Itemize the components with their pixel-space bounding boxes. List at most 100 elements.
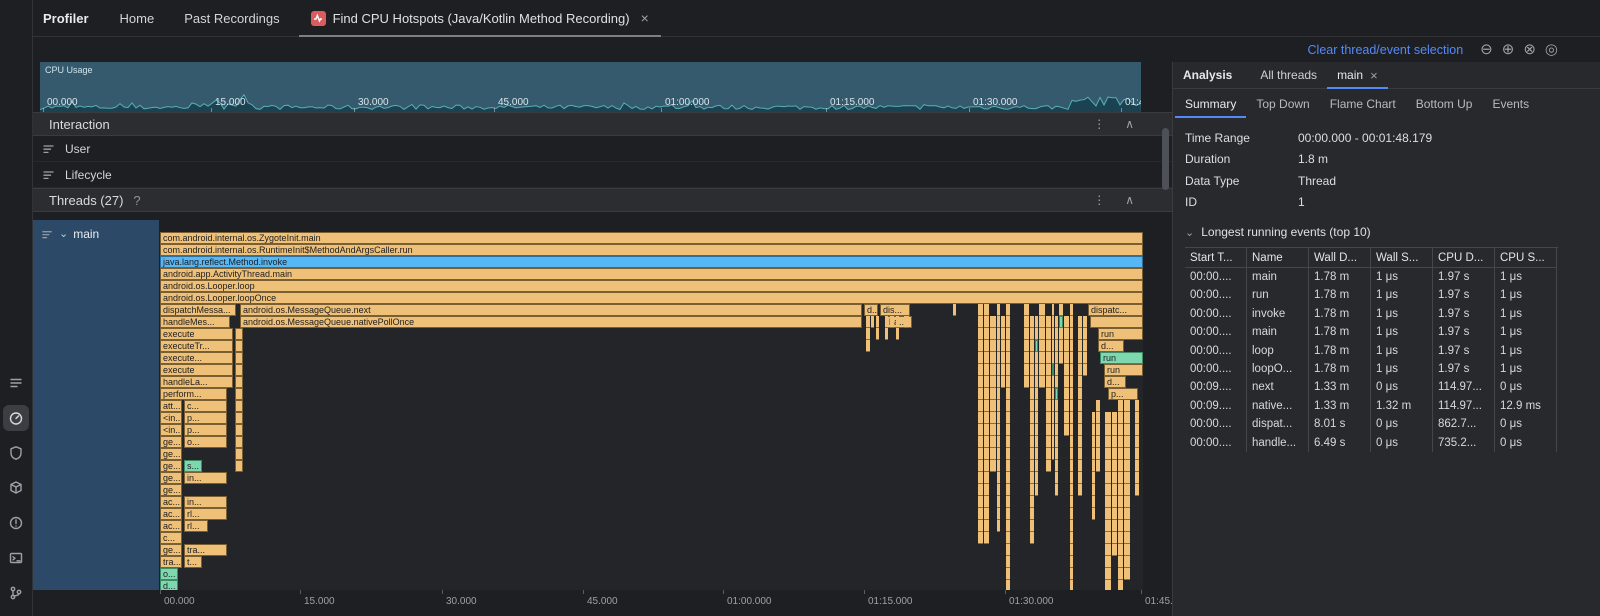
- flame-dense-column[interactable]: [1083, 316, 1087, 376]
- event-cell[interactable]: 12.9 ms: [1495, 397, 1557, 415]
- event-cell[interactable]: 00:00....: [1185, 434, 1247, 452]
- event-cell[interactable]: 8.01 s: [1309, 415, 1371, 433]
- event-cell[interactable]: 1 μs: [1371, 323, 1433, 341]
- flame-dense-column[interactable]: [1055, 316, 1058, 496]
- flame-frame[interactable]: ge...: [160, 472, 182, 484]
- flame-dense-column[interactable]: [1001, 316, 1004, 388]
- flame-dense-column[interactable]: [896, 316, 899, 340]
- close-main-tab-icon[interactable]: ×: [1370, 68, 1378, 83]
- flame-frame[interactable]: android.os.MessageQueue.nativePollOnce: [240, 316, 862, 328]
- threads-help-icon[interactable]: ?: [133, 193, 140, 208]
- event-cell[interactable]: 1 μs: [1371, 286, 1433, 304]
- events-column-header[interactable]: Wall D...: [1309, 248, 1371, 268]
- event-cell[interactable]: 1 μs: [1371, 360, 1433, 378]
- event-cell[interactable]: 0 μs: [1495, 378, 1557, 396]
- events-column-header[interactable]: CPU S...: [1495, 248, 1557, 268]
- flame-dense-column[interactable]: [1059, 304, 1062, 364]
- flame-frame[interactable]: dis...: [880, 304, 910, 316]
- flame-frame[interactable]: c...: [184, 400, 227, 412]
- flame-frame[interactable]: android.os.Looper.loop: [160, 280, 1143, 292]
- clear-selection-link[interactable]: Clear thread/event selection: [1308, 43, 1464, 57]
- threads-collapse-icon[interactable]: ∧: [1125, 193, 1134, 207]
- events-column-header[interactable]: Name: [1247, 248, 1309, 268]
- flame-dense-column[interactable]: [1030, 316, 1034, 544]
- event-cell[interactable]: 00:00....: [1185, 323, 1247, 341]
- flame-frame[interactable]: d...: [1104, 376, 1126, 388]
- flame-frame[interactable]: tra...: [160, 556, 182, 568]
- flame-dense-column[interactable]: [978, 304, 983, 544]
- event-cell[interactable]: 1 μs: [1495, 360, 1557, 378]
- event-cell[interactable]: 1.97 s: [1433, 342, 1495, 360]
- flame-dense-column[interactable]: [866, 316, 870, 352]
- thread-expand-icon[interactable]: ⌄: [59, 229, 68, 239]
- event-cell[interactable]: 1 μs: [1371, 342, 1433, 360]
- event-cell[interactable]: 00:00....: [1185, 286, 1247, 304]
- events-column-header[interactable]: Start T...: [1185, 248, 1247, 268]
- flame-frame[interactable]: [235, 376, 243, 388]
- event-cell[interactable]: 114.97...: [1433, 397, 1495, 415]
- event-cell[interactable]: run: [1247, 286, 1309, 304]
- flame-frame[interactable]: execute: [160, 364, 233, 376]
- event-cell[interactable]: 1.78 m: [1309, 342, 1371, 360]
- flame-dense-column[interactable]: [1092, 412, 1095, 520]
- flame-frame[interactable]: java.lang.reflect.Method.invoke: [160, 256, 1143, 268]
- event-cell[interactable]: 1.78 m: [1309, 360, 1371, 378]
- event-cell[interactable]: 00:00....: [1185, 268, 1247, 286]
- flame-frame[interactable]: ac...: [160, 508, 182, 520]
- flame-frame[interactable]: tra...: [184, 544, 227, 556]
- threads-menu-icon[interactable]: ⋮: [1093, 193, 1105, 207]
- event-cell[interactable]: 1 μs: [1495, 323, 1557, 341]
- flame-frame[interactable]: ge...: [160, 544, 182, 556]
- flame-dense-column[interactable]: [1052, 304, 1054, 460]
- flame-frame[interactable]: android.os.Looper.loopOnce: [160, 292, 1143, 304]
- flame-frame[interactable]: dispatc...: [1088, 304, 1143, 316]
- flame-frame[interactable]: rl...: [184, 508, 227, 520]
- flame-dense-column[interactable]: [1112, 412, 1117, 556]
- event-cell[interactable]: 6.49 s: [1309, 434, 1371, 452]
- flame-dense-column[interactable]: [953, 304, 956, 316]
- flame-frame[interactable]: run: [1104, 364, 1143, 376]
- track-row-lifecycle[interactable]: Lifecycle: [33, 162, 1172, 188]
- flame-frame[interactable]: in...: [184, 496, 227, 508]
- flame-frame[interactable]: ge...: [160, 448, 182, 460]
- flame-frame[interactable]: o...: [184, 436, 227, 448]
- flame-frame[interactable]: [235, 328, 243, 340]
- event-cell[interactable]: 00:00....: [1185, 342, 1247, 360]
- flame-dense-column[interactable]: [1078, 316, 1082, 496]
- event-cell[interactable]: 1.97 s: [1433, 360, 1495, 378]
- flame-frame[interactable]: att...: [160, 400, 182, 412]
- flame-frame[interactable]: executeTr...: [160, 340, 233, 352]
- flame-frame[interactable]: <in...: [160, 412, 182, 424]
- event-cell[interactable]: 1.78 m: [1309, 305, 1371, 323]
- cpu-usage-track[interactable]: CPU Usage 00.00015.00030.00045.00001:00.…: [40, 62, 1141, 112]
- flame-frame[interactable]: [235, 352, 243, 364]
- event-cell[interactable]: 114.97...: [1433, 378, 1495, 396]
- events-column-header[interactable]: Wall S...: [1371, 248, 1433, 268]
- tab-summary[interactable]: Summary: [1175, 89, 1246, 118]
- tab-events[interactable]: Events: [1482, 89, 1539, 118]
- flame-dense-column[interactable]: [1039, 304, 1044, 388]
- flame-dense-column[interactable]: [997, 304, 1001, 532]
- flame-frame[interactable]: perform...: [160, 388, 227, 400]
- flame-frame[interactable]: handleMes...: [160, 316, 230, 328]
- flame-dense-column[interactable]: [885, 316, 889, 340]
- flame-dense-column[interactable]: [1064, 316, 1070, 436]
- tab-top-down[interactable]: Top Down: [1246, 89, 1319, 118]
- event-cell[interactable]: 1.97 s: [1433, 305, 1495, 323]
- event-cell[interactable]: 00:00....: [1185, 305, 1247, 323]
- flame-frame[interactable]: p...: [184, 424, 227, 436]
- event-cell[interactable]: 1.78 m: [1309, 286, 1371, 304]
- event-cell[interactable]: 1 μs: [1495, 286, 1557, 304]
- flame-frame[interactable]: <in...: [160, 424, 182, 436]
- flame-frame[interactable]: android.os.MessageQueue.next: [240, 304, 862, 316]
- event-cell[interactable]: 00:09....: [1185, 378, 1247, 396]
- interaction-section-header[interactable]: Interaction ⋮ ∧: [33, 112, 1172, 136]
- flame-frame[interactable]: com.android.internal.os.RuntimeInit$Meth…: [160, 244, 1143, 256]
- flame-frame[interactable]: [235, 448, 243, 460]
- vertical-scrollbar[interactable]: [1162, 128, 1169, 190]
- tab-main[interactable]: main ×: [1327, 62, 1388, 89]
- flame-dense-column[interactable]: [1046, 316, 1052, 472]
- event-cell[interactable]: 00:09....: [1185, 397, 1247, 415]
- flame-dense-column[interactable]: [1118, 400, 1123, 590]
- event-cell[interactable]: 0 μs: [1371, 378, 1433, 396]
